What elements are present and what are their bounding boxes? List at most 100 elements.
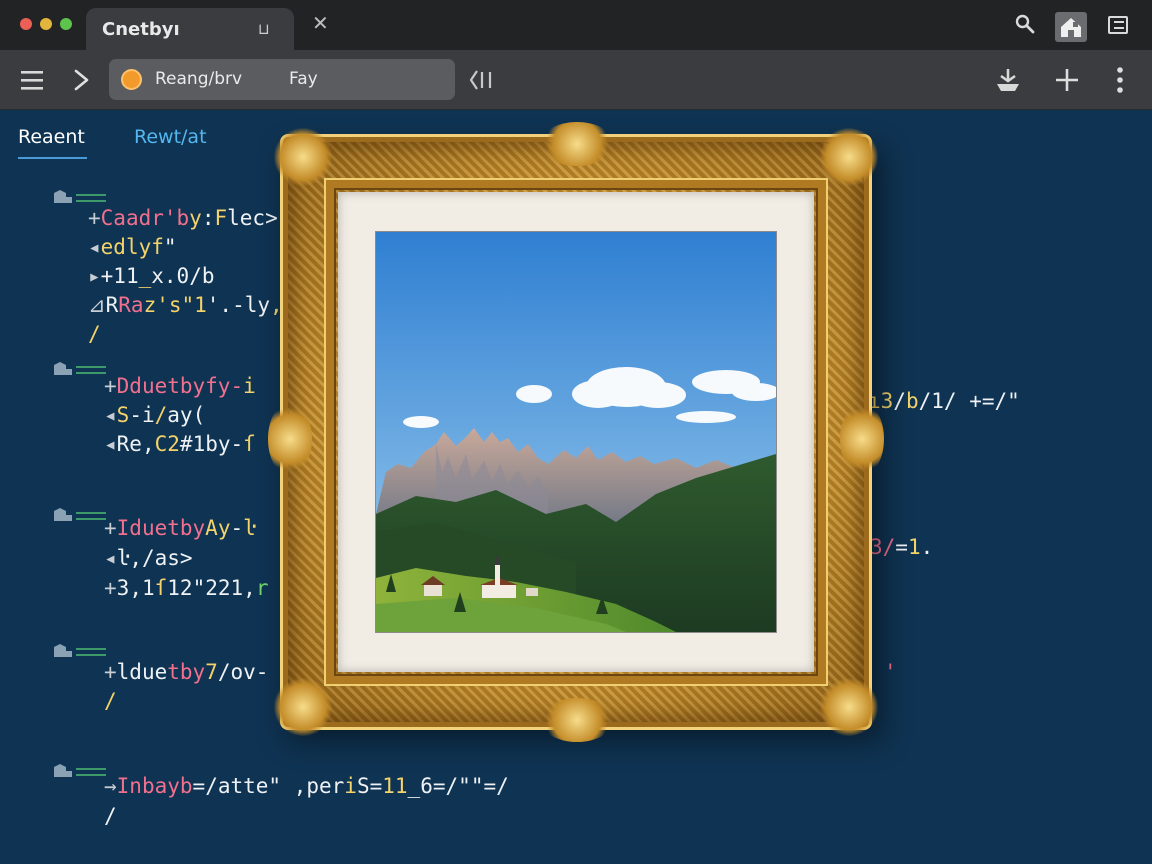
line-marker[interactable]: ◂ xyxy=(104,546,117,570)
code-token: S xyxy=(116,403,130,427)
minimize-window-button[interactable] xyxy=(40,18,52,30)
close-window-button[interactable] xyxy=(20,18,32,30)
address-bar[interactable]: Reang/brv Fay xyxy=(109,59,455,100)
line-marker[interactable]: ▸ xyxy=(88,264,101,288)
code-line[interactable]: ◂S-i/ay( xyxy=(104,403,205,427)
code-token: /1 xyxy=(918,389,944,413)
line-marker[interactable]: → xyxy=(104,774,117,798)
browser-tab-active[interactable]: Cnetbyı ⊔ xyxy=(86,8,294,50)
code-token: tby xyxy=(167,660,206,684)
code-token: x xyxy=(151,264,164,288)
code-fragment-right: ı3/b/1/ +=/" xyxy=(868,389,1020,413)
code-token: , xyxy=(293,774,307,798)
frame-ornament xyxy=(268,402,312,476)
node-icon[interactable] xyxy=(52,642,108,665)
code-token: 1by- xyxy=(192,432,244,456)
line-marker[interactable]: + xyxy=(104,374,117,398)
code-token: = xyxy=(192,774,206,798)
tab-rewrite[interactable]: Rewt/at xyxy=(134,126,207,148)
code-token: ŀ xyxy=(116,546,130,570)
code-token: ay xyxy=(167,403,193,427)
home-icon[interactable] xyxy=(1055,12,1087,42)
code-token: / xyxy=(104,804,117,828)
code-token: ldue xyxy=(116,660,168,684)
code-line[interactable]: ▸+11_x.0/b xyxy=(88,264,214,288)
code-token: /ov- xyxy=(217,660,269,684)
code-token: , xyxy=(243,576,256,600)
search-icon[interactable] xyxy=(1014,13,1036,39)
close-tab-icon[interactable]: ✕ xyxy=(312,13,329,33)
line-marker[interactable]: ◂ xyxy=(104,403,117,427)
code-line[interactable]: / xyxy=(104,804,117,828)
menu-icon[interactable] xyxy=(20,69,44,95)
tab-recent[interactable]: Reaent xyxy=(18,126,87,159)
line-marker[interactable]: + xyxy=(104,516,117,540)
code-line[interactable]: ◂Re,C2#1by-ſ xyxy=(104,432,256,456)
code-token: 1 xyxy=(141,576,155,600)
line-marker[interactable]: ◂ xyxy=(104,432,117,456)
code-token: =/ xyxy=(981,389,1008,413)
code-token: 11 xyxy=(382,774,408,798)
sidebar-panel-icon[interactable] xyxy=(1106,13,1130,41)
site-favicon-icon xyxy=(121,69,142,90)
plus-icon[interactable] xyxy=(1054,67,1080,97)
node-icon[interactable] xyxy=(52,506,108,529)
code-token: /as> xyxy=(141,546,193,570)
code-line[interactable]: +Caadr'by:Flec> xyxy=(88,206,278,230)
address-text[interactable]: Reang/brv xyxy=(155,69,242,89)
code-line[interactable]: +IduetbyAy-ŀ xyxy=(104,516,256,540)
frame-ornament xyxy=(540,122,614,166)
address-suffix: Fay xyxy=(289,69,318,89)
code-token: 12 xyxy=(167,576,193,600)
code-token: per xyxy=(306,774,345,798)
code-token: +11 xyxy=(100,264,139,288)
code-token: F xyxy=(214,206,228,230)
download-icon[interactable] xyxy=(994,66,1022,98)
code-token: " xyxy=(268,774,294,798)
code-line[interactable]: +3,1ſ12"221,r xyxy=(104,576,268,600)
line-marker[interactable]: + xyxy=(104,576,117,600)
code-token: ( xyxy=(192,403,206,427)
line-marker[interactable]: + xyxy=(88,206,101,230)
code-token: 7 xyxy=(205,660,218,684)
code-token: = xyxy=(895,535,908,559)
code-token: "221 xyxy=(192,576,244,600)
picture-frame xyxy=(268,122,884,742)
code-line[interactable]: +lduetby7/ov- xyxy=(104,660,268,684)
chevron-right-icon[interactable] xyxy=(72,68,92,96)
code-token: , xyxy=(129,576,142,600)
line-marker[interactable]: ◂ xyxy=(88,235,101,259)
frame-ornament xyxy=(820,678,878,736)
line-marker[interactable]: + xyxy=(104,660,117,684)
code-token: z's"1 xyxy=(143,293,207,317)
code-line[interactable]: / xyxy=(88,322,101,346)
code-token: R xyxy=(105,293,119,317)
tab-title: Cnetbyı xyxy=(102,19,180,40)
code-line[interactable]: →Inbayb=/atte" ,periS=11_6=/""=/ xyxy=(104,774,509,798)
code-token: ſ xyxy=(243,432,256,456)
code-line[interactable]: +Dduetbyfy-i xyxy=(104,374,256,398)
code-token: i xyxy=(243,374,256,398)
code-line[interactable]: ◂ŀ,/as> xyxy=(104,546,193,570)
code-token: / xyxy=(893,389,906,413)
code-line[interactable]: ⊿RRaz's"1'.-ly,8 xyxy=(88,293,295,317)
tab-mute-icon[interactable]: ⊔ xyxy=(258,20,270,38)
code-token: Ra xyxy=(118,293,144,317)
node-icon[interactable] xyxy=(52,360,108,383)
code-token: Re xyxy=(116,432,142,456)
maximize-window-button[interactable] xyxy=(60,18,72,30)
code-token: / xyxy=(104,689,117,713)
line-marker[interactable]: ⊿ xyxy=(88,293,106,317)
node-icon[interactable] xyxy=(52,762,108,785)
code-token: -i xyxy=(129,403,155,427)
code-line[interactable]: / xyxy=(104,689,117,713)
code-token: " xyxy=(458,774,471,798)
reader-icon[interactable] xyxy=(468,68,498,96)
code-token: / xyxy=(445,774,459,798)
more-vertical-icon[interactable] xyxy=(1114,66,1126,98)
code-token: edlyf xyxy=(100,235,164,259)
code-token: Dduetbyfy- xyxy=(116,374,244,398)
code-token: .0/b xyxy=(163,264,215,288)
code-token: '. xyxy=(206,293,233,317)
code-line[interactable]: ◂edlyf" xyxy=(88,235,177,259)
